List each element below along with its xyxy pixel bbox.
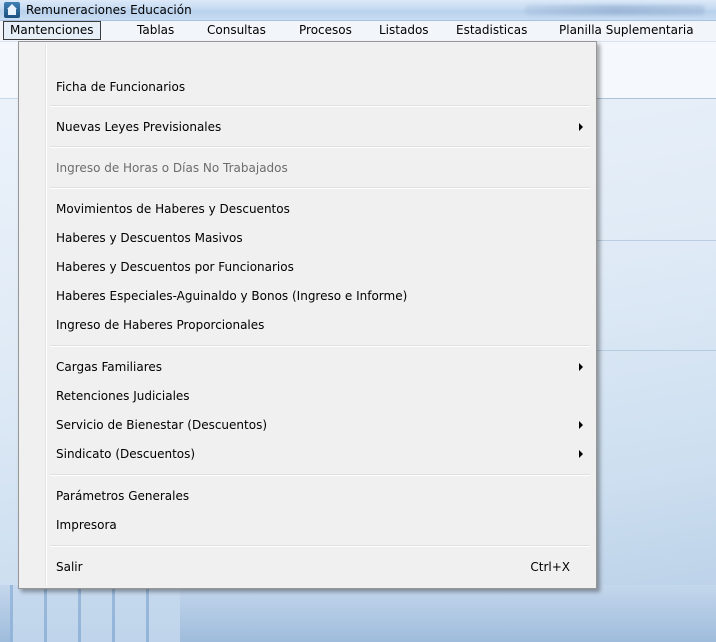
menu-separator	[50, 187, 590, 189]
menu-item-label: Movimientos de Haberes y Descuentos	[56, 202, 290, 216]
menu-separator	[50, 474, 590, 476]
menu-mantenciones[interactable]: Mantenciones	[3, 21, 101, 40]
menu-item-label: Haberes y Descuentos por Funcionarios	[56, 260, 294, 274]
menu-item-label: Servicio de Bienestar (Descuentos)	[56, 418, 267, 432]
menu-item-label: Salir	[56, 560, 83, 574]
menu-item-label: Ingreso de Haberes Proporcionales	[56, 318, 265, 332]
submenu-arrow-icon	[579, 363, 583, 371]
menu-item-label: Haberes y Descuentos Masivos	[56, 231, 243, 245]
bg-line	[596, 240, 716, 241]
window-title: Remuneraciones Educación	[26, 3, 192, 17]
menu-separator	[50, 146, 590, 148]
menu-item-nuevas-leyes-previsionales[interactable]: Nuevas Leyes Previsionales	[21, 116, 594, 138]
menu-planilla-suplementaria[interactable]: Planilla Suplementaria	[553, 21, 700, 40]
menu-bar: Mantenciones Tablas Consultas Procesos L…	[0, 21, 716, 42]
menu-item-cargas-familiares[interactable]: Cargas Familiares	[21, 356, 594, 378]
menu-item-retenciones-judiciales[interactable]: Retenciones Judiciales	[21, 385, 594, 407]
menu-separator	[50, 345, 590, 347]
bg-line	[596, 350, 716, 351]
menu-listados[interactable]: Listados	[373, 21, 435, 40]
menu-item-label: Nuevas Leyes Previsionales	[56, 120, 222, 134]
menu-item-label: Ingreso de Horas o Días No Trabajados	[56, 161, 288, 175]
menu-item-label: Retenciones Judiciales	[56, 389, 190, 403]
menu-item-haberes-descuentos-masivos[interactable]: Haberes y Descuentos Masivos	[21, 227, 594, 249]
menu-estadisticas[interactable]: Estadisticas	[450, 21, 533, 40]
menu-item-salir[interactable]: Salir Ctrl+X	[21, 556, 594, 578]
menu-item-parametros-generales[interactable]: Parámetros Generales	[21, 485, 594, 507]
menu-item-label: Ficha de Funcionarios	[56, 80, 186, 94]
menu-item-sindicato[interactable]: Sindicato (Descuentos)	[21, 443, 594, 465]
menu-item-impresora[interactable]: Impresora	[21, 514, 594, 536]
menu-item-movimientos-haberes-descuentos[interactable]: Movimientos de Haberes y Descuentos	[21, 198, 594, 220]
menu-consultas[interactable]: Consultas	[201, 21, 272, 40]
bottom-columns-decoration	[10, 585, 180, 642]
menu-item-ingreso-haberes-proporcionales[interactable]: Ingreso de Haberes Proporcionales	[21, 314, 594, 336]
menu-item-haberes-especiales-aguinaldo-bonos[interactable]: Haberes Especiales-Aguinaldo y Bonos (In…	[21, 285, 594, 307]
menu-procesos[interactable]: Procesos	[293, 21, 358, 40]
menu-item-label: Haberes Especiales-Aguinaldo y Bonos (In…	[56, 289, 408, 303]
menu-item-label: Cargas Familiares	[56, 360, 162, 374]
menu-item-label: Sindicato (Descuentos)	[56, 447, 196, 461]
menu-item-ingreso-horas-no-trabajados: Ingreso de Horas o Días No Trabajados	[21, 157, 594, 179]
menu-tablas[interactable]: Tablas	[131, 21, 180, 40]
blurred-title-detail	[525, 5, 705, 15]
submenu-arrow-icon	[579, 421, 583, 429]
mantenciones-dropdown-menu: Ficha de Funcionarios Nuevas Leyes Previ…	[18, 41, 597, 589]
menu-item-label: Impresora	[56, 518, 117, 532]
menu-item-haberes-descuentos-por-funcionarios[interactable]: Haberes y Descuentos por Funcionarios	[21, 256, 594, 278]
menu-item-servicio-bienestar[interactable]: Servicio de Bienestar (Descuentos)	[21, 414, 594, 436]
menu-item-ficha-funcionarios[interactable]: Ficha de Funcionarios	[21, 76, 594, 98]
submenu-arrow-icon	[579, 450, 583, 458]
submenu-arrow-icon	[579, 123, 583, 131]
menu-item-label: Parámetros Generales	[56, 489, 190, 503]
bg-line	[596, 98, 716, 99]
menu-separator	[50, 545, 590, 547]
title-bar: Remuneraciones Educación	[0, 0, 716, 21]
menu-separator	[50, 105, 590, 107]
app-icon[interactable]	[4, 2, 20, 18]
menu-item-shortcut: Ctrl+X	[530, 560, 570, 574]
